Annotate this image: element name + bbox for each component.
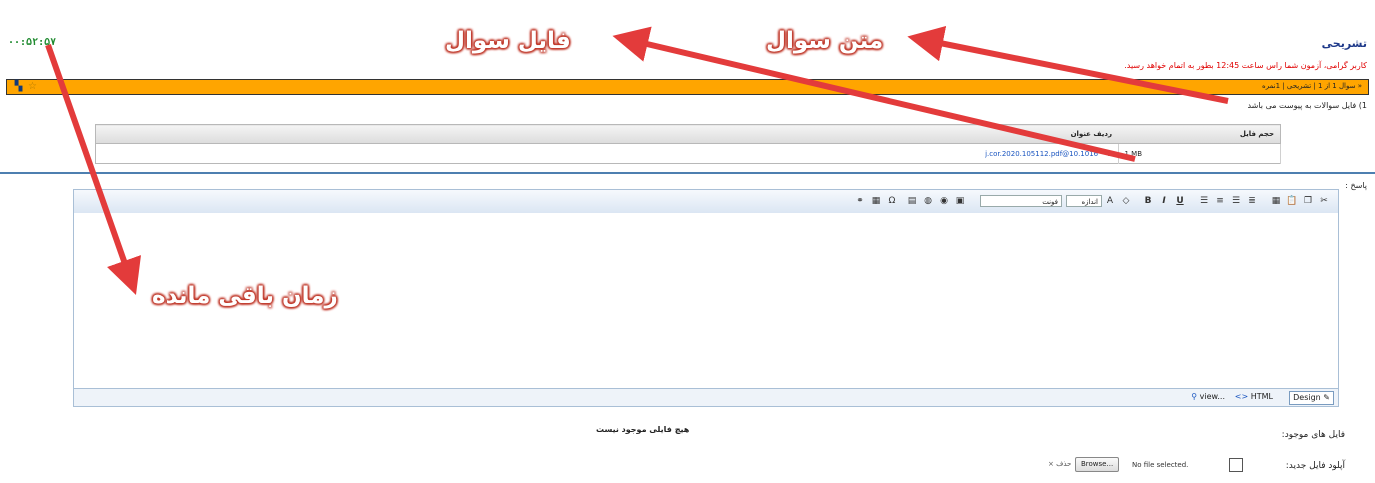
arrow-to-question-file — [612, 26, 1136, 162]
annotation-arrows — [45, 25, 1229, 295]
annotation-question-text: متن سوال — [766, 28, 884, 54]
arrow-to-remaining-time — [45, 44, 142, 295]
annotation-remaining-time: زمان باقی مانده — [152, 283, 338, 309]
annotation-question-file: فایل سوال — [445, 28, 571, 54]
arrow-to-question-text — [907, 25, 1229, 104]
